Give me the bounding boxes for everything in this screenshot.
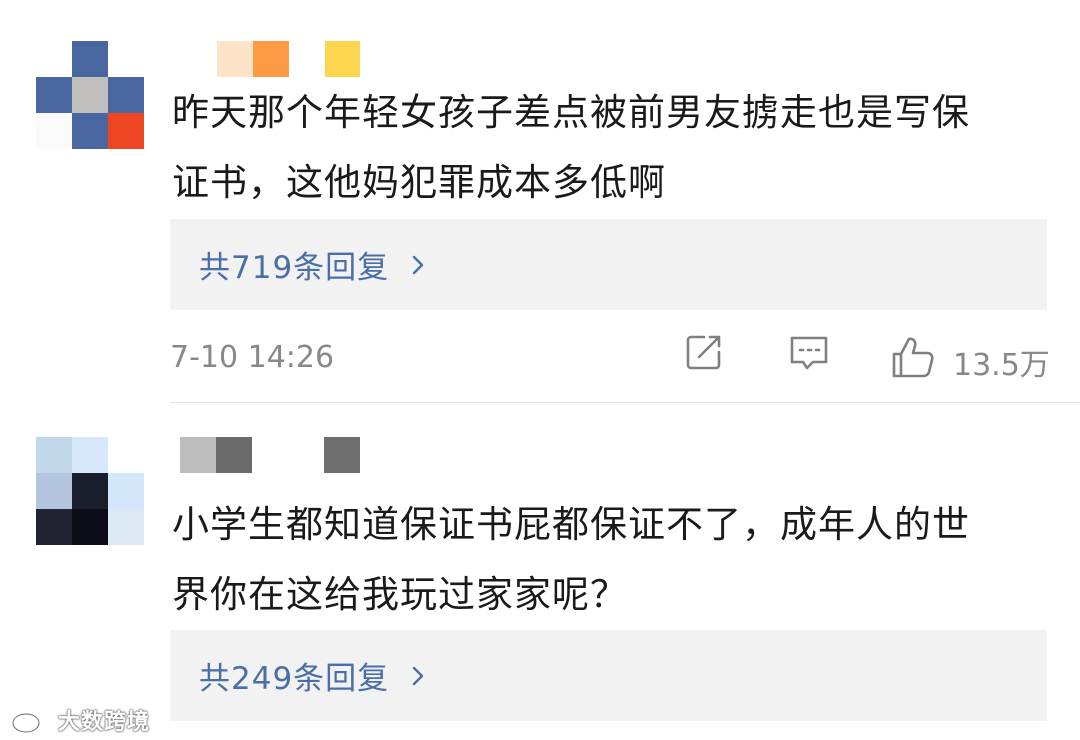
view-replies-button[interactable]: 共719条回复 (170, 219, 1047, 310)
watermark: 大数跨境 (10, 703, 150, 737)
chevron-right-icon (412, 255, 424, 274)
thumbs-up-icon[interactable] (890, 334, 936, 380)
comment-text: 小学生都知道保证书屁都保证不了，成年人的世 界你在这给我玩过家家呢？ (172, 490, 1052, 630)
comment-text-line: 界你在这给我玩过家家呢？ (172, 573, 628, 616)
view-replies-button[interactable]: 共249条回复 (170, 630, 1047, 721)
username[interactable] (180, 41, 360, 77)
comment-text-line: 证书，这他妈犯罪成本多低啊 (172, 161, 666, 204)
username[interactable] (180, 437, 360, 473)
comment-text-line: 昨天那个年轻女孩子差点被前男友掳走也是写保 (172, 91, 970, 134)
replies-count-label: 共249条回复 (199, 661, 390, 697)
comment-icon[interactable] (787, 330, 831, 374)
like-count: 13.5万 (953, 348, 1050, 383)
comment-divider (170, 402, 1080, 403)
watermark-text: 大数跨境 (58, 710, 151, 735)
chevron-right-icon (412, 666, 424, 685)
comment-text-line: 小学生都知道保证书屁都保证不了，成年人的世 (172, 503, 970, 546)
avatar[interactable] (36, 41, 144, 149)
weibo-logo-icon (11, 705, 54, 734)
comment-text: 昨天那个年轻女孩子差点被前男友掳走也是写保 证书，这他妈犯罪成本多低啊 (172, 78, 1052, 218)
comment-actions-row: 7-10 14:26 13.5万 (170, 330, 1050, 390)
share-icon[interactable] (682, 330, 726, 374)
replies-count-label: 共719条回复 (199, 250, 390, 286)
comment-list: 昨天那个年轻女孩子差点被前男友掳走也是写保 证书，这他妈犯罪成本多低啊 共719… (0, 0, 1080, 740)
avatar[interactable] (36, 437, 144, 545)
comment-timestamp: 7-10 14:26 (170, 340, 335, 375)
